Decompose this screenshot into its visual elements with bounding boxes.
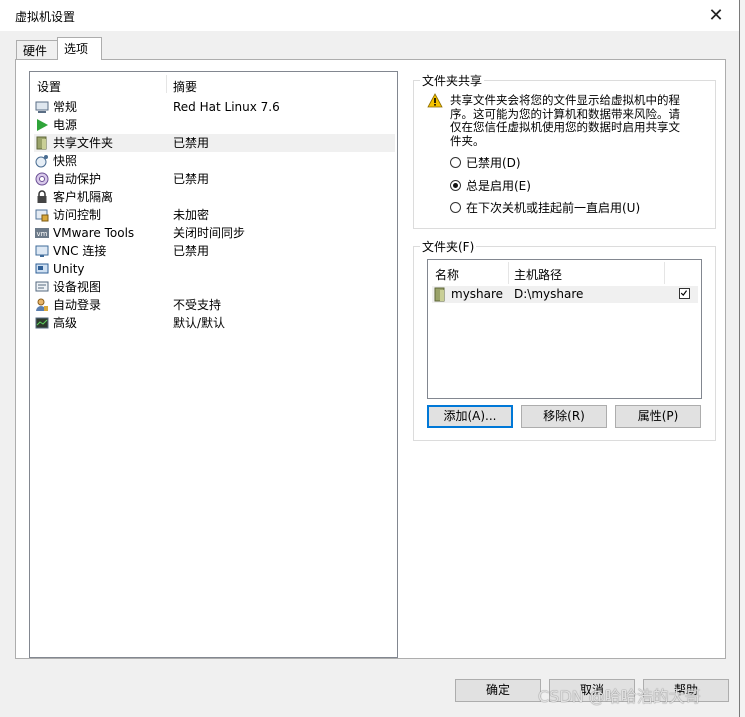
ok-button[interactable]: 确定: [455, 679, 541, 702]
settings-item-name: 自动登录: [53, 298, 102, 312]
radio-label: 已禁用(D): [466, 156, 521, 170]
enabled-checkbox[interactable]: [679, 288, 690, 299]
settings-item-name: 高级: [53, 316, 78, 330]
column-divider: [166, 75, 167, 93]
column-divider: [508, 262, 509, 284]
title-bar: 虚拟机设置 ✕: [0, 0, 739, 31]
tab-options[interactable]: 选项: [57, 37, 102, 60]
settings-item-name: 共享文件夹: [53, 136, 114, 150]
close-button[interactable]: ✕: [693, 0, 739, 31]
settings-list-header: 设置 摘要: [30, 72, 397, 94]
unity-icon: [35, 263, 49, 274]
radio-label: 总是启用(E): [466, 179, 531, 193]
folders-legend: 文件夹(F): [422, 240, 475, 254]
settings-item-summary: 已禁用: [173, 172, 210, 186]
settings-item-name: 设备视图: [53, 280, 102, 294]
settings-item-summary: 不受支持: [173, 298, 222, 312]
settings-item-summary: 已禁用: [173, 244, 210, 258]
device-view-icon: [35, 281, 49, 292]
folder-sharing-legend: 文件夹共享: [422, 74, 483, 88]
settings-list[interactable]: 设置 摘要 常规 Red Hat Linux 7.6 电源 共享文件夹 已禁用 …: [29, 71, 398, 658]
access-control-icon: [35, 209, 49, 222]
radio-circle: [450, 157, 461, 168]
autoprotect-icon: [35, 172, 49, 186]
shared-folder-icon: [434, 287, 445, 302]
column-header-host-path[interactable]: 主机路径: [514, 265, 562, 285]
table-row[interactable]: myshare D:\myshare: [432, 286, 698, 303]
settings-item-summary: 已禁用: [173, 136, 210, 150]
tab-hardware[interactable]: 硬件: [16, 40, 58, 60]
settings-item-vnc[interactable]: VNC 连接 已禁用: [34, 242, 395, 260]
column-header-name[interactable]: 名称: [435, 265, 459, 285]
settings-item-power[interactable]: 电源: [34, 116, 395, 134]
settings-item-summary: 关闭时间同步: [173, 226, 246, 240]
shared-folder-icon: [36, 136, 47, 150]
radio-circle: [450, 202, 461, 213]
settings-item-name: 电源: [53, 118, 78, 132]
power-icon: [37, 119, 48, 131]
settings-item-summary: 未加密: [173, 208, 210, 222]
settings-item-name: Unity: [53, 262, 85, 276]
settings-item-snapshots[interactable]: 快照: [34, 152, 395, 170]
warning-text: 共享文件夹会将您的文件显示给虚拟机中的程序。这可能为您的计算机和数据带来风险。请…: [450, 93, 680, 148]
snapshot-icon: [35, 155, 48, 168]
settings-item-unity[interactable]: Unity: [34, 260, 395, 278]
folder-name: myshare: [451, 287, 504, 301]
lock-icon: [37, 190, 47, 203]
general-icon: [35, 101, 49, 113]
checkmark-icon: [680, 290, 688, 297]
settings-item-vmware-tools[interactable]: vm VMware Tools 关闭时间同步: [34, 224, 395, 242]
settings-item-name: 常规: [53, 100, 78, 114]
window-title: 虚拟机设置: [15, 10, 76, 24]
watermark: CSDN @哈哈浩的大哥: [538, 687, 701, 706]
folders-table[interactable]: 名称 主机路径 myshare D:\myshare: [427, 259, 702, 399]
settings-item-device-view[interactable]: 设备视图: [34, 278, 395, 296]
settings-item-guest-isolation[interactable]: 客户机隔离: [34, 188, 395, 206]
vm-settings-dialog: 虚拟机设置 ✕ 硬件 选项 设置 摘要 常规 Red Hat Linux 7.6…: [0, 0, 740, 717]
advanced-icon: [35, 317, 49, 329]
remove-folder-button[interactable]: 移除(R): [521, 405, 607, 428]
settings-item-autoprotect[interactable]: 自动保护 已禁用: [34, 170, 395, 188]
column-divider: [664, 262, 665, 284]
settings-item-name: 访问控制: [53, 208, 102, 222]
warning-icon: [427, 93, 443, 108]
settings-item-general[interactable]: 常规 Red Hat Linux 7.6: [34, 98, 395, 116]
vnc-icon: [35, 245, 49, 257]
add-folder-button[interactable]: 添加(A)...: [427, 405, 513, 428]
settings-item-summary: 默认/默认: [173, 316, 226, 330]
radio-circle-selected: [450, 180, 461, 191]
settings-item-name: 客户机隔离: [53, 190, 114, 204]
settings-item-summary: Red Hat Linux 7.6: [173, 100, 280, 114]
autologin-icon: [36, 298, 48, 311]
vmware-tools-icon: vm: [35, 228, 49, 238]
settings-item-autologin[interactable]: 自动登录 不受支持: [34, 296, 395, 314]
tab-options-label: 选项: [64, 42, 89, 56]
settings-item-name: 自动保护: [53, 172, 102, 186]
settings-item-name: 快照: [53, 154, 78, 168]
folder-host-path: D:\myshare: [514, 287, 584, 301]
settings-item-advanced[interactable]: 高级 默认/默认: [34, 314, 395, 332]
svg-text:vm: vm: [37, 230, 48, 238]
column-header-summary[interactable]: 摘要: [173, 78, 197, 95]
settings-item-name: VNC 连接: [53, 244, 107, 258]
settings-item-name: VMware Tools: [53, 226, 135, 240]
tab-hardware-label: 硬件: [23, 44, 48, 58]
folder-properties-button[interactable]: 属性(P): [615, 405, 701, 428]
radio-label: 在下次关机或挂起前一直启用(U): [466, 201, 641, 215]
settings-item-access-control[interactable]: 访问控制 未加密: [34, 206, 395, 224]
column-header-setting[interactable]: 设置: [37, 78, 61, 95]
close-icon: ✕: [708, 5, 724, 26]
settings-item-shared-folders[interactable]: 共享文件夹 已禁用: [34, 134, 395, 152]
